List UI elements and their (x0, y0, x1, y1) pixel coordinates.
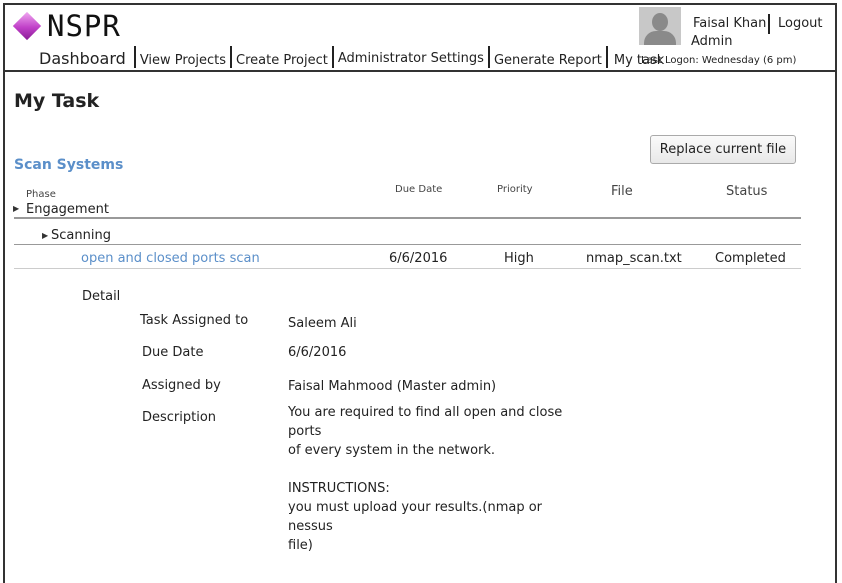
assigned-to-label: Task Assigned to (140, 313, 249, 328)
nav-view-projects[interactable]: View Projects (136, 53, 230, 68)
header: NSPR Dashboard View Projects Create Proj… (3, 3, 837, 72)
caret-right-icon[interactable]: ▶ (42, 231, 48, 240)
column-header-due-date[interactable]: Due Date (395, 184, 442, 195)
task-file[interactable]: nmap_scan.txt (586, 251, 682, 266)
last-logon: Last Logon: Wednesday (6 pm) (641, 55, 797, 66)
assigned-by-label: Assigned by (142, 378, 221, 393)
task-status: Completed (715, 251, 786, 266)
avatar-head (652, 13, 668, 31)
phase-divider (14, 217, 801, 219)
section-title: Scan Systems (14, 157, 124, 173)
instructions-heading: INSTRUCTIONS: (288, 481, 390, 496)
subphase-divider (14, 244, 801, 245)
column-header-phase: Phase (26, 189, 56, 200)
due-date-label: Due Date (142, 345, 204, 360)
nav-generate-report[interactable]: Generate Report (490, 53, 606, 68)
description-spacer (288, 460, 588, 479)
column-header-status[interactable]: Status (726, 184, 767, 199)
user-role: Admin (691, 34, 733, 49)
due-date-value: 6/6/2016 (288, 345, 347, 360)
assigned-by-value: Faisal Mahmood (Master admin) (288, 379, 497, 394)
instructions-line: you must upload your results.(nmap or ne… (288, 500, 543, 534)
description-label: Description (142, 410, 217, 425)
task-name-link[interactable]: open and closed ports scan (81, 251, 260, 266)
logout-link[interactable]: Logout (778, 16, 823, 31)
row-divider (14, 268, 801, 269)
assigned-to-value: Saleem Ali (288, 316, 357, 331)
detail-heading: Detail (82, 289, 121, 304)
page-title: My Task (14, 90, 100, 112)
column-header-file[interactable]: File (611, 184, 633, 199)
main-nav: Dashboard View Projects Create Project A… (35, 46, 668, 68)
task-due-date: 6/6/2016 (389, 251, 448, 266)
user-avatar-icon[interactable] (639, 7, 681, 45)
nav-dashboard[interactable]: Dashboard (35, 49, 134, 68)
instructions-line: file) (288, 538, 313, 553)
phase-engagement[interactable]: Engagement (26, 202, 109, 217)
user-name[interactable]: Faisal Khan (693, 16, 766, 31)
replace-file-button[interactable]: Replace current file (650, 135, 796, 164)
avatar-body (644, 31, 676, 45)
logo[interactable]: NSPR (11, 9, 121, 43)
subphase-scanning[interactable]: Scanning (51, 228, 111, 243)
column-header-priority[interactable]: Priority (497, 184, 533, 195)
nav-administrator-settings[interactable]: Administrator Settings (334, 51, 488, 66)
description-line: of every system in the network. (288, 443, 496, 458)
caret-right-icon[interactable]: ▶ (13, 204, 19, 213)
logo-text: NSPR (47, 9, 121, 43)
description-text: You are required to find all open and cl… (288, 403, 588, 555)
task-priority: High (504, 251, 534, 266)
nav-create-project[interactable]: Create Project (232, 53, 332, 68)
user-divider (768, 14, 770, 34)
diamond-logo-icon (12, 11, 42, 41)
description-line: You are required to find all open and cl… (288, 405, 563, 439)
